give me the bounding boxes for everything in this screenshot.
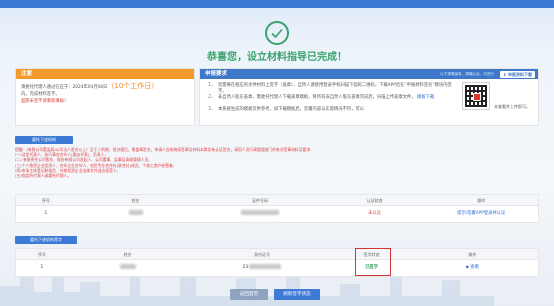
apply-step-3: 3、 本系统生成的模板仅供参考，如下载模板后，签署内容与实际情况不符，可以: [208, 106, 365, 112]
back-home-button[interactable]: 返回首页: [230, 289, 268, 300]
notice-body: 请委托代理人通过在应于：2024年04月08日（10个工作日） 内，完成材料签字…: [16, 79, 194, 109]
apply-step-2: 2、 非自然人股东盖章，需委托代理人下载盖章模板，将所有非自然人股东盖章完成后，…: [208, 94, 435, 100]
deadline-highlight: （10个工作日）: [107, 82, 159, 90]
auth-action-link[interactable]: 提示/签署APP登录并认证: [424, 206, 538, 222]
auth-status: 未认证: [368, 211, 382, 216]
refresh-sign-status-button[interactable]: 刷新签字状态: [274, 289, 320, 300]
apply-steps: 1、 您需要在相应的文件材料上签字（盖章），自然人请使用登录手机扫描下面的二维码…: [206, 82, 456, 119]
notice-header: 注意: [16, 69, 194, 79]
upload-sign-button[interactable]: 委托下述机构签字: [15, 236, 77, 244]
notice-line2: 内，完成材料签字。: [21, 92, 60, 97]
template-download-link[interactable]: 模板下载: [417, 95, 434, 100]
qr-after-text: 本查看并上传即可。: [494, 104, 530, 109]
id-cell-redacted: [195, 206, 325, 222]
download-materials-label: 申报资料下载: [508, 71, 532, 77]
name-cell-redacted: [68, 260, 188, 276]
notice-line3: 超期未签字请重新填报！: [21, 99, 69, 104]
auth-table-header: 序号 姓名 证件号码 认证状态 操作: [16, 195, 538, 206]
table-row: 1 23 已签字 ◆ 查看: [16, 260, 538, 276]
warning-text: 提醒：(有限公司董监高/公司法人签名以上）至于二的期，但办理后，需盖章签名，申请…: [15, 147, 312, 179]
view-action-link[interactable]: ◆ 查看: [407, 260, 539, 276]
top-bar: [0, 0, 554, 8]
apply-step-1: 1、 您需要在相应的文件材料上签字（盖章），自然人请使用登录手机扫描下面的二维码…: [208, 82, 452, 94]
highlight-box: [355, 248, 391, 276]
download-materials-button[interactable]: ⬇ 申报资料下载: [500, 70, 535, 78]
success-check-icon: [265, 21, 289, 45]
notice-panel: 注意 请委托代理人通过在应于：2024年04月08日（10个工作日） 内，完成材…: [15, 68, 195, 126]
auth-table: 序号 姓名 证件号码 认证状态 操作 1 未认证 提示/签署APP登录并认证: [15, 194, 539, 223]
name-cell-redacted: [76, 206, 196, 222]
apply-panel: 申报要求 以下请确保有，请确认后，可进行 ⬇ 申报资料下载 1、 您需要在相应的…: [199, 68, 539, 126]
apply-header: 申报要求 以下请确保有，请确认后，可进行 ⬇ 申报资料下载: [200, 69, 538, 79]
notice-line1: 请委托代理人通过在应于：2024年04月08日: [21, 85, 108, 90]
success-title: 恭喜您，设立材料指导已完成！: [207, 52, 347, 63]
id-cell: 23: [187, 260, 336, 276]
table-row: 1 未认证 提示/签署APP登录并认证: [16, 206, 538, 222]
sign-table: 序号 姓名 身份证号 签字状态 操作 1 23 已签字 ◆ 查看: [15, 248, 539, 277]
qr-code-icon: [462, 82, 490, 110]
sign-table-header: 序号 姓名 身份证号 签字状态 操作: [16, 249, 538, 260]
upload-stamp-button[interactable]: 委托下述机构: [15, 136, 73, 144]
apply-header-title: 申报要求: [205, 71, 228, 77]
apply-header-tip: 以下请确保有，请确认后，可进行: [440, 72, 494, 76]
